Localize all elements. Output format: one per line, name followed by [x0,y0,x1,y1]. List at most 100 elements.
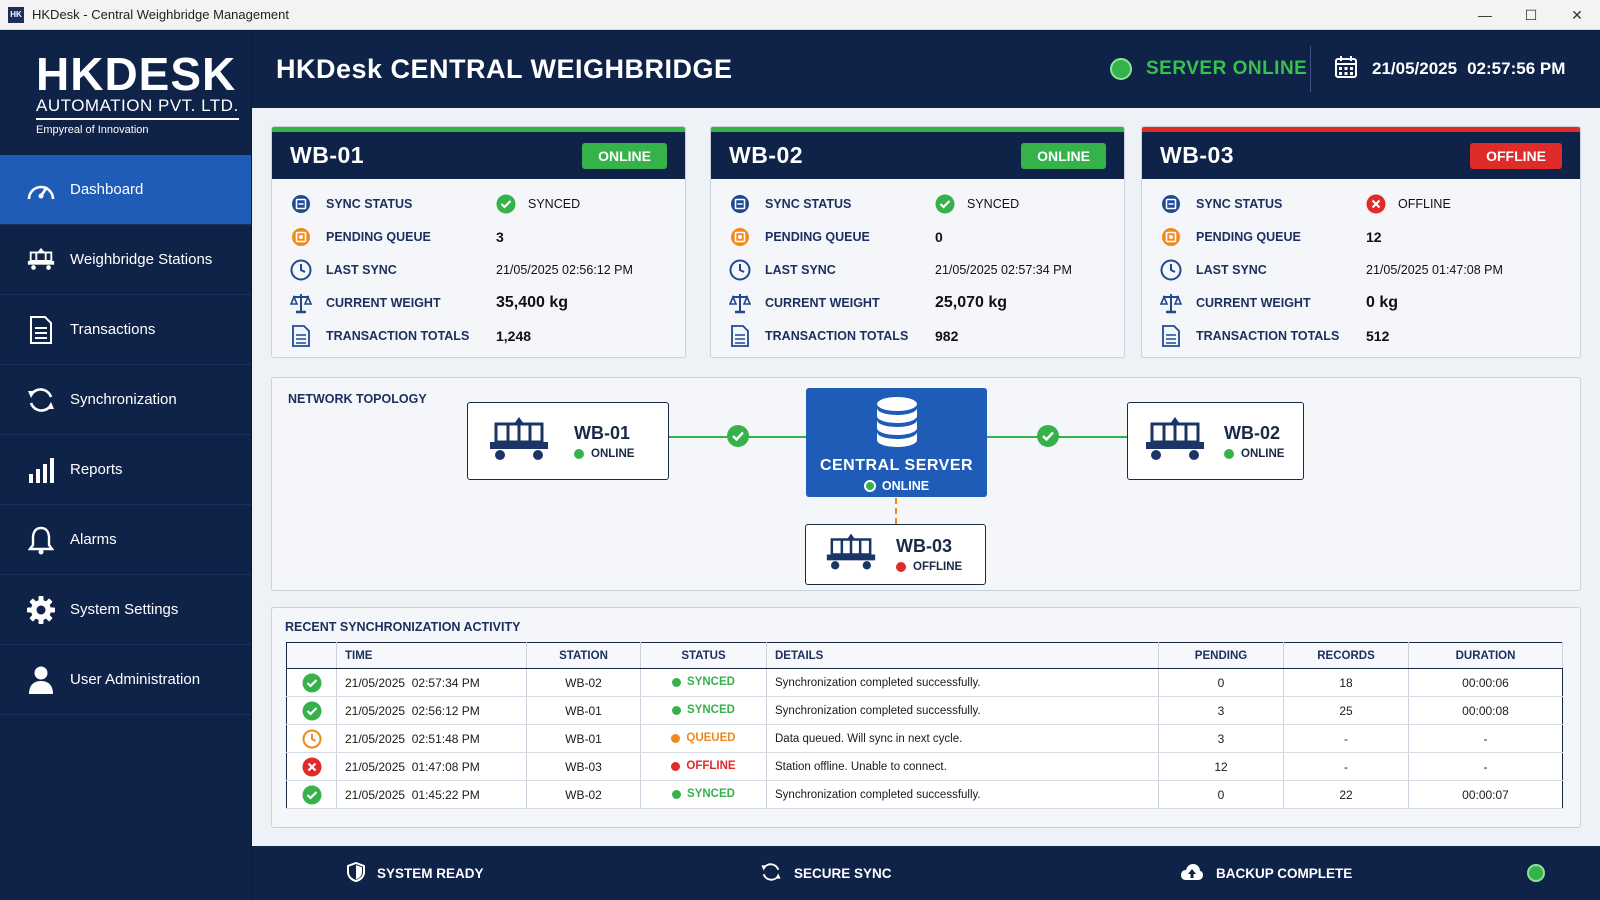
sidebar-item-dashboard[interactable]: Dashboard [0,155,251,225]
station-info-row: PENDING QUEUE 0 [729,220,1124,253]
page-title: HKDesk CENTRAL WEIGHBRIDGE [276,53,733,84]
sync-status-icon [1160,193,1182,215]
status-badge: ONLINE [582,142,667,169]
status-dot-icon [671,761,681,771]
server-node-status: ONLINE [806,479,987,493]
cell-pending: 12 [1158,752,1284,781]
app-icon: HK [8,6,24,23]
column-header-duration[interactable]: DURATION [1408,642,1563,669]
cell-duration: - [1408,724,1563,753]
sync-icon [760,861,794,886]
info-value: 0 [935,229,943,245]
link-server-wb03 [895,498,897,524]
station-info-row: LAST SYNC 21/05/2025 02:56:12 PM [290,253,685,286]
station-name: WB-03 [1160,142,1235,168]
current-weight-value: 25,070 kg [935,293,1008,311]
node-status: ONLINE [1224,448,1284,460]
sidebar-item-user-administration[interactable]: User Administration [0,645,251,715]
cell-details: Synchronization completed successfully. [766,668,1159,697]
info-label: TRANSACTION TOTALS [765,328,909,343]
info-label: PENDING QUEUE [765,229,870,244]
sidebar-item-transactions[interactable]: Transactions [0,295,251,365]
info-value: 12 [1366,229,1382,245]
check-icon [287,673,336,693]
cell-pending: 3 [1158,724,1284,753]
column-header-status[interactable]: STATUS [640,642,767,669]
info-label: CURRENT WEIGHT [326,295,441,310]
table-row[interactable]: 21/05/2025 02:57:34 PM WB-02 SYNCED Sync… [286,668,1563,697]
cell-status: SYNCED [640,668,767,697]
topology-node-central-server[interactable]: CENTRAL SERVER ONLINE [806,388,987,497]
info-label: LAST SYNC [326,262,397,277]
info-value: 0 kg [1366,294,1398,312]
info-value: SYNCED [935,194,1019,214]
topology-node-wb03[interactable]: WB-03 OFFLINE [805,524,986,585]
sidebar-item-synchronization[interactable]: Synchronization [0,365,251,435]
info-value: 21/05/2025 02:56:12 PM [496,263,633,277]
info-value: SYNCED [496,194,580,214]
station-info-row: LAST SYNC 21/05/2025 01:47:08 PM [1160,253,1580,286]
clock-icon [729,259,751,281]
table-row[interactable]: 21/05/2025 01:45:22 PM WB-02 SYNCED Sync… [286,780,1563,809]
pending-queue-value: 0 [935,228,943,245]
bar-chart-icon [26,455,56,485]
status-dot-icon [671,733,681,743]
column-header-time[interactable]: TIME [336,642,527,669]
check-icon [727,425,749,447]
server-node-status-text: ONLINE [881,479,930,493]
station-info-row: SYNC STATUS OFFLINE [1160,187,1580,220]
user-icon [26,665,56,695]
sync-activity-panel: RECENT SYNCHRONIZATION ACTIVITY TIME STA… [271,607,1581,828]
status-dot-icon [863,480,876,492]
last-sync-value: 21/05/2025 02:56:12 PM [496,262,633,277]
card-header: WB-01 ONLINE [272,132,685,179]
info-label: CURRENT WEIGHT [765,295,880,310]
sidebar-item-alarms[interactable]: Alarms [0,505,251,575]
column-header-pending[interactable]: PENDING [1158,642,1284,669]
topology-node-wb02[interactable]: WB-02 ONLINE [1127,402,1304,480]
table-row[interactable]: 21/05/2025 02:56:12 PM WB-01 SYNCED Sync… [286,696,1563,725]
table-row[interactable]: 21/05/2025 02:51:48 PM WB-01 QUEUED Data… [286,724,1563,753]
info-value: OFFLINE [1366,194,1451,214]
status-badge: OFFLINE [1470,142,1562,169]
current-weight-value: 0 kg [1366,293,1399,311]
current-weight-value: 35,400 kg [496,293,569,311]
cell-status: QUEUED [640,724,767,753]
cell-pending: 3 [1158,696,1284,725]
status-dot-icon [1224,448,1234,459]
status-text: SYNCED [687,676,735,688]
sidebar-item-weighbridge-stations[interactable]: Weighbridge Stations [0,225,251,295]
scale-icon [729,292,751,314]
node-name: WB-01 [574,422,631,443]
logo-subtitle: AUTOMATION PVT. LTD. [36,96,239,120]
column-header-details[interactable]: DETAILS [766,642,1159,669]
node-name: WB-03 [896,536,953,556]
cell-duration: 00:00:08 [1408,696,1563,725]
station-info-row: PENDING QUEUE 3 [290,220,685,253]
sidebar-item-system-settings[interactable]: System Settings [0,575,251,645]
status-dot-icon [672,789,682,799]
database-icon [806,396,987,455]
footer-backup-status: BACKUP COMPLETE [1180,846,1352,900]
station-info-row: CURRENT WEIGHT 0 kg [1160,286,1580,319]
table-row[interactable]: 21/05/2025 01:47:08 PM WB-03 OFFLINE Sta… [286,752,1563,781]
station-info-row: CURRENT WEIGHT 35,400 kg [290,286,685,319]
station-card-wb-03[interactable]: WB-03 OFFLINE SYNC STATUS OFFLINE PENDIN… [1141,126,1581,358]
maximize-button[interactable]: ☐ [1508,0,1554,30]
cell-station: WB-02 [526,668,641,697]
check-icon [1037,425,1059,447]
minimize-button[interactable]: — [1462,0,1508,30]
column-header-icon [286,642,337,669]
topology-node-wb01[interactable]: WB-01 ONLINE [467,402,669,480]
sync-status-value: SYNCED [528,196,581,211]
logo-tagline: Empyreal of Innovation [36,124,149,136]
station-card-wb-01[interactable]: WB-01 ONLINE SYNC STATUS SYNCED PENDING … [271,126,686,358]
column-header-records[interactable]: RECORDS [1283,642,1409,669]
sidebar-item-reports[interactable]: Reports [0,435,251,505]
station-card-wb-02[interactable]: WB-02 ONLINE SYNC STATUS SYNCED PENDING … [710,126,1125,358]
document-icon [26,315,56,345]
gauge-icon [26,175,56,205]
close-button[interactable]: ✕ [1554,0,1600,30]
sidebar-item-label: Weighbridge Stations [70,251,213,268]
column-header-station[interactable]: STATION [526,642,641,669]
